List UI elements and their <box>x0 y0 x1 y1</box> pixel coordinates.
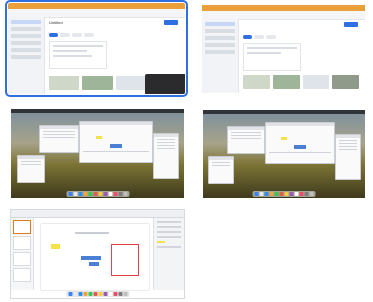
primary-button <box>344 22 358 27</box>
dock <box>252 191 316 197</box>
sidebar <box>8 17 45 94</box>
window-left <box>227 126 265 154</box>
window-center <box>265 122 335 164</box>
main-area <box>240 19 362 93</box>
menu-bar <box>203 110 365 114</box>
window-bottom-left <box>208 156 234 184</box>
dark-popover <box>145 74 185 94</box>
thumbnail-1[interactable]: Untitled <box>5 0 188 97</box>
app-window-preview: Untitled <box>8 3 185 94</box>
primary-button <box>164 20 178 25</box>
editor-toolbar <box>11 210 184 218</box>
thumbnail-4[interactable] <box>203 110 365 198</box>
menu-bar <box>11 109 184 113</box>
window-right <box>153 133 179 179</box>
content-card <box>49 41 107 69</box>
page-title: Untitled <box>49 20 63 25</box>
thumbnail-5[interactable] <box>10 209 185 299</box>
slide-list <box>11 218 34 290</box>
window-center <box>79 121 153 163</box>
image-strip <box>243 75 359 89</box>
window-right <box>335 134 361 180</box>
window-bottom-left <box>17 155 45 183</box>
app-window-preview <box>202 5 365 93</box>
desktop-preview <box>203 110 365 198</box>
desktop-preview <box>11 109 184 198</box>
dock <box>66 191 129 197</box>
editor-preview <box>10 209 185 299</box>
sidebar <box>202 19 239 93</box>
dock <box>66 291 129 297</box>
slide-canvas <box>41 224 149 290</box>
inspector-panel <box>153 218 184 290</box>
content-card <box>243 43 301 71</box>
thumbnail-3[interactable] <box>11 109 184 198</box>
window-left <box>39 125 79 153</box>
thumbnail-2[interactable] <box>202 5 365 93</box>
